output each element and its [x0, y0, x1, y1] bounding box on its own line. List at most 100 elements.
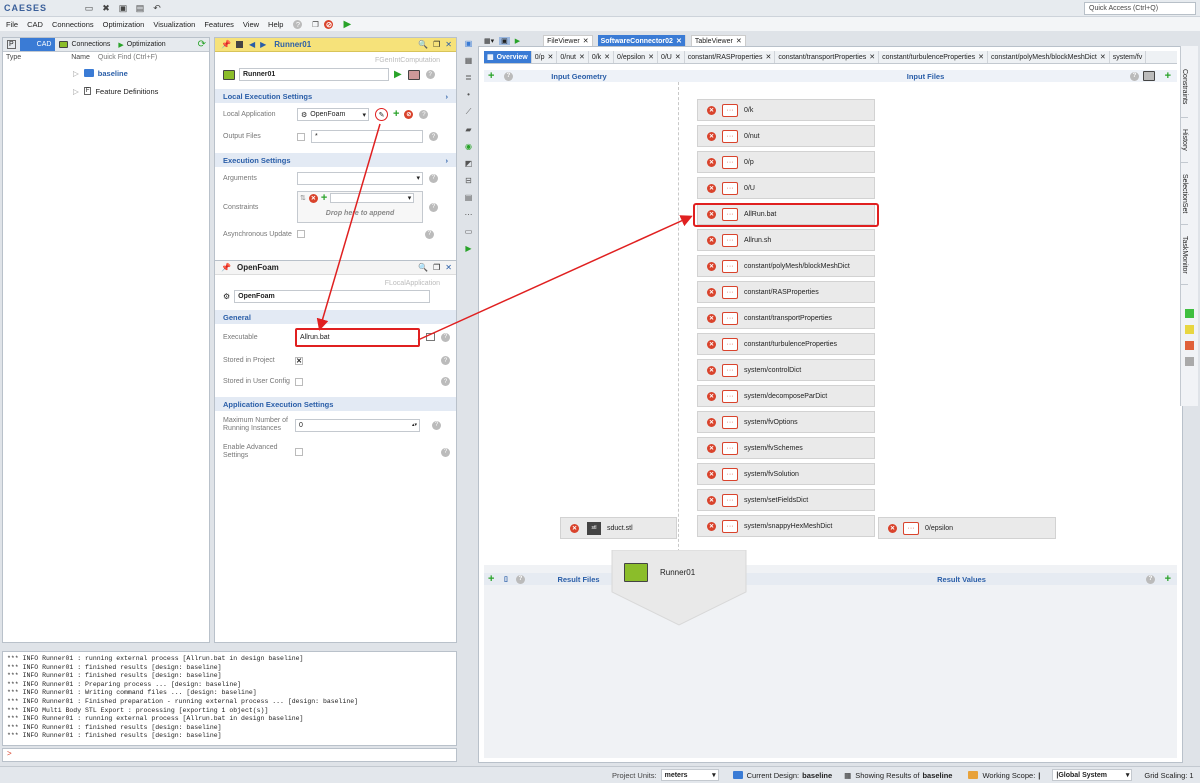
view-icon[interactable]: ▣ [499, 37, 510, 45]
tab-selectionset[interactable]: SelectionSet [1181, 163, 1188, 225]
tab-file[interactable]: 0/epsilon ✕ [614, 51, 658, 63]
refresh-icon[interactable]: ⟳ [198, 39, 206, 50]
tab-file[interactable]: constant/transportProperties ✕ [775, 51, 880, 63]
browse-icon[interactable] [426, 333, 435, 341]
help-icon[interactable]: ? [441, 447, 450, 457]
pin-icon[interactable]: 📌 [221, 40, 231, 49]
local-execution-section[interactable]: Local Execution Settings › [215, 89, 456, 103]
stored-in-user-config-checkbox[interactable] [295, 377, 303, 386]
arguments-field[interactable]: ▾ [297, 171, 423, 185]
stored-in-project-checkbox[interactable]: ✕ [295, 356, 303, 365]
file-box[interactable]: ✕ ··· system/fvSchemes [697, 437, 875, 459]
forward-icon[interactable]: ▶ [260, 40, 266, 49]
tab-taskmonitor[interactable]: TaskMonitor [1181, 225, 1188, 285]
back-icon[interactable]: ◀ [249, 40, 255, 49]
help-icon[interactable]: ? [504, 71, 513, 81]
monitor-icon[interactable] [1143, 71, 1155, 81]
menu-connections[interactable]: Connections [52, 20, 94, 29]
constraint-select[interactable]: ▾ [330, 193, 415, 203]
file-box[interactable]: ✕ ··· system/decomposeParDict [697, 385, 875, 407]
stack-icon[interactable]: ⊟ [465, 176, 472, 185]
menu-features[interactable]: Features [204, 20, 234, 29]
help-icon[interactable]: ? [432, 420, 441, 430]
remove-icon[interactable]: ✕ [707, 469, 716, 479]
remove-icon[interactable]: ✕ [707, 105, 716, 115]
close-icon[interactable]: ✕ [445, 40, 452, 49]
dots-icon[interactable]: ⋯ [465, 210, 473, 219]
runner-icon[interactable]: ▭ [465, 227, 473, 236]
file-box-epsilon[interactable]: ✕ ··· 0/epsilon [878, 517, 1056, 539]
tab-file[interactable]: constant/polyMesh/blockMeshDict ✕ [988, 51, 1110, 63]
file-box[interactable]: ✕ ··· constant/transportProperties [697, 307, 875, 329]
copy-icon[interactable]: ❐ [433, 263, 440, 272]
constraints-box[interactable]: ⇅ ✕ + ▾ Drop here to append [297, 191, 423, 223]
menu-cad[interactable]: CAD [27, 20, 43, 29]
tab-history[interactable]: History [1181, 118, 1188, 163]
add-icon[interactable]: + [488, 70, 494, 81]
stop-square-icon[interactable] [235, 41, 243, 48]
command-input[interactable]: > [2, 748, 457, 762]
local-application-select[interactable]: ⚙ OpenFoam ▾ [297, 108, 369, 121]
tab-file[interactable]: 0/U ✕ [658, 51, 685, 63]
delete-icon[interactable]: ⊘ [404, 110, 414, 119]
file-box[interactable]: ✕ ··· system/fvSolution [697, 463, 875, 485]
tab-file[interactable]: constant/RASProperties ✕ [685, 51, 776, 63]
play-icon[interactable]: ▶ [515, 37, 520, 45]
remove-icon[interactable]: ✕ [707, 521, 716, 531]
help-icon[interactable]: ? [293, 19, 303, 29]
file-box[interactable]: ✕ ··· 0/p [697, 151, 875, 173]
file-box[interactable]: ✕ ··· system/snappyHexMeshDict [697, 515, 875, 537]
play-icon[interactable]: ▶ [465, 244, 471, 253]
tab-file[interactable]: 0/nut ✕ [557, 51, 589, 63]
help-icon[interactable]: ? [429, 132, 438, 141]
file-box[interactable]: ✕ ··· constant/RASProperties [697, 281, 875, 303]
run-icon[interactable]: ▶ [343, 19, 351, 30]
remove-icon[interactable]: ✕ [570, 523, 579, 533]
tab-file[interactable]: 0/k ✕ [589, 51, 615, 63]
layout-icon[interactable]: ▦▾ [484, 37, 494, 45]
menu-optimization[interactable]: Optimization [103, 20, 145, 29]
copy-icon[interactable]: ❐ [433, 40, 440, 49]
tab-overview[interactable]: ▦ Overview [484, 51, 532, 63]
tab-file[interactable]: system/fv [1110, 51, 1147, 63]
geometry-file-box[interactable]: ✕ stl sduct.stl [560, 517, 677, 539]
tab-p[interactable]: P [3, 38, 20, 51]
table-icon[interactable]: ▤ [465, 193, 473, 202]
file-box[interactable]: ✕ ··· Allrun.sh [697, 229, 875, 251]
remove-icon[interactable]: ✕ [707, 183, 716, 193]
tree-item-baseline[interactable]: ▷ baseline [73, 64, 209, 82]
help-icon[interactable]: ? [419, 110, 429, 119]
add-icon[interactable]: + [1165, 70, 1171, 81]
max-instances-spinner[interactable]: 0 ▴▾ [295, 418, 420, 432]
remove-icon[interactable]: ✕ [707, 235, 716, 245]
remove-icon[interactable]: ✕ [707, 209, 716, 219]
tab-file[interactable]: 0/p ✕ [532, 51, 558, 63]
units-select[interactable]: meters ▾ [660, 769, 719, 781]
async-update-checkbox[interactable] [297, 230, 305, 238]
tab-file[interactable]: constant/turbulenceProperties ✕ [879, 51, 988, 63]
remove-icon[interactable]: ✕ [707, 131, 716, 141]
tab-cad[interactable]: CAD [19, 38, 56, 51]
remove-icon[interactable]: ✕ [707, 443, 716, 453]
menu-help[interactable]: Help [268, 20, 283, 29]
help-icon[interactable]: ? [441, 332, 450, 342]
file-box[interactable]: ✕ ··· constant/turbulenceProperties [697, 333, 875, 355]
help-icon[interactable]: ? [441, 377, 450, 386]
layers-icon[interactable]: ≣ [465, 73, 472, 82]
point-icon[interactable]: • [467, 90, 470, 99]
file-box[interactable]: ✕ ··· constant/polyMesh/blockMeshDict [697, 255, 875, 277]
output-files-field[interactable]: * [311, 130, 423, 143]
general-section[interactable]: General [215, 310, 456, 324]
remove-icon[interactable]: ✕ [888, 523, 897, 533]
add-icon[interactable]: + [393, 109, 399, 120]
close-icon[interactable]: ✕ [445, 263, 452, 272]
connector-icon[interactable]: ◉ [465, 142, 472, 151]
file-box[interactable]: ✕ ··· 0/k [697, 99, 875, 121]
menu-file[interactable]: File [6, 20, 18, 29]
add-icon[interactable]: + [321, 192, 327, 203]
save-as-icon[interactable]: ▤ [135, 3, 145, 13]
help-icon[interactable]: ? [425, 229, 434, 239]
file-box[interactable]: ✕ ··· system/controlDict [697, 359, 875, 381]
runner-name-field[interactable]: Runner01 [239, 68, 389, 81]
run-icon[interactable]: ▶ [394, 69, 402, 80]
